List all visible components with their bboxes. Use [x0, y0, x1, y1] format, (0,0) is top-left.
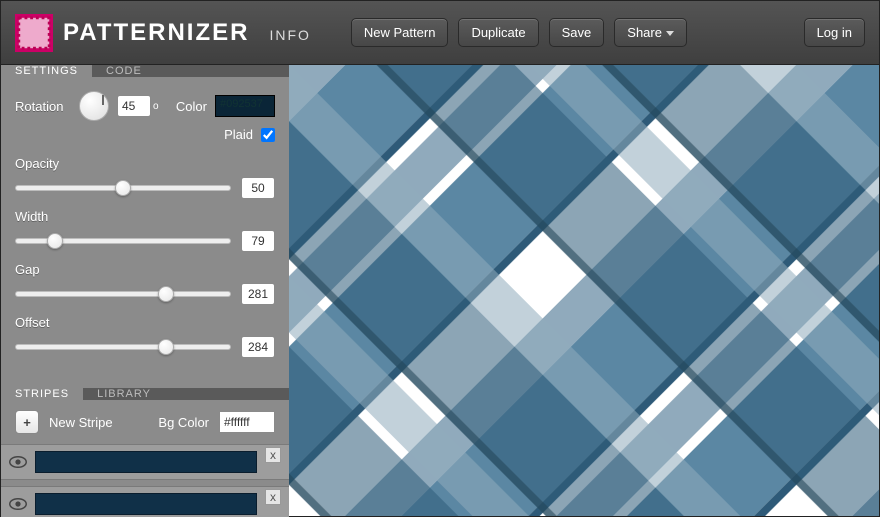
width-value[interactable]: 79: [241, 230, 275, 252]
color-label: Color: [176, 99, 207, 114]
add-stripe-button[interactable]: +: [15, 410, 39, 434]
tab-code[interactable]: CODE: [92, 65, 156, 77]
main-area: SETTINGS CODE Rotation o Color #092537 P…: [1, 65, 879, 516]
stripe-list: x x: [1, 444, 289, 517]
top-bar: PATTERNIZER INFO New Pattern Duplicate S…: [1, 1, 879, 65]
opacity-value[interactable]: 50: [241, 177, 275, 199]
sidebar: SETTINGS CODE Rotation o Color #092537 P…: [1, 65, 289, 516]
rotation-label: Rotation: [15, 99, 71, 114]
brand-title: PATTERNIZER: [63, 19, 249, 47]
remove-stripe-button[interactable]: x: [265, 489, 281, 505]
share-button[interactable]: Share: [614, 18, 687, 47]
eye-icon[interactable]: [9, 497, 27, 511]
bgcolor-input[interactable]: [219, 411, 275, 433]
remove-stripe-button[interactable]: x: [265, 447, 281, 463]
stripes-tabs: STRIPES LIBRARY: [1, 388, 289, 400]
gap-slider[interactable]: [15, 291, 231, 297]
pattern-preview: [289, 65, 879, 516]
stripes-toolbar: + New Stripe Bg Color: [1, 400, 289, 444]
app-root: PATTERNIZER INFO New Pattern Duplicate S…: [0, 0, 880, 517]
gap-value[interactable]: 281: [241, 283, 275, 305]
login-button[interactable]: Log in: [804, 18, 865, 47]
chevron-down-icon: [666, 31, 674, 36]
plaid-label: Plaid: [224, 127, 253, 142]
tab-stripes[interactable]: STRIPES: [1, 388, 83, 400]
offset-label: Offset: [15, 315, 275, 330]
toolbar-buttons: New Pattern Duplicate Save Share: [351, 18, 687, 47]
settings-tabs: SETTINGS CODE: [1, 65, 289, 77]
stripe-color-bar[interactable]: [35, 451, 257, 473]
degree-symbol: o: [153, 101, 159, 112]
plaid-checkbox[interactable]: [261, 128, 275, 142]
gap-label: Gap: [15, 262, 275, 277]
bgcolor-label: Bg Color: [158, 415, 209, 430]
save-button[interactable]: Save: [549, 18, 605, 47]
logo-icon: [15, 14, 53, 52]
stripe-item[interactable]: x: [1, 486, 289, 517]
rotation-knob[interactable]: [79, 91, 109, 121]
new-stripe-label: New Stripe: [49, 415, 113, 430]
tab-library[interactable]: LIBRARY: [83, 388, 165, 400]
stripe-item[interactable]: x: [1, 444, 289, 480]
stripe-color-bar[interactable]: [35, 493, 257, 515]
offset-slider[interactable]: [15, 344, 231, 350]
settings-panel: Rotation o Color #092537 Plaid Opacity 5…: [1, 77, 289, 388]
opacity-label: Opacity: [15, 156, 275, 171]
duplicate-button[interactable]: Duplicate: [458, 18, 538, 47]
width-label: Width: [15, 209, 275, 224]
new-pattern-button[interactable]: New Pattern: [351, 18, 449, 47]
color-swatch[interactable]: #092537: [215, 95, 275, 117]
eye-icon[interactable]: [9, 455, 27, 469]
width-slider[interactable]: [15, 238, 231, 244]
tab-settings[interactable]: SETTINGS: [1, 65, 92, 77]
opacity-slider[interactable]: [15, 185, 231, 191]
rotation-input[interactable]: [117, 95, 151, 117]
offset-value[interactable]: 284: [241, 336, 275, 358]
info-link[interactable]: INFO: [269, 27, 310, 43]
